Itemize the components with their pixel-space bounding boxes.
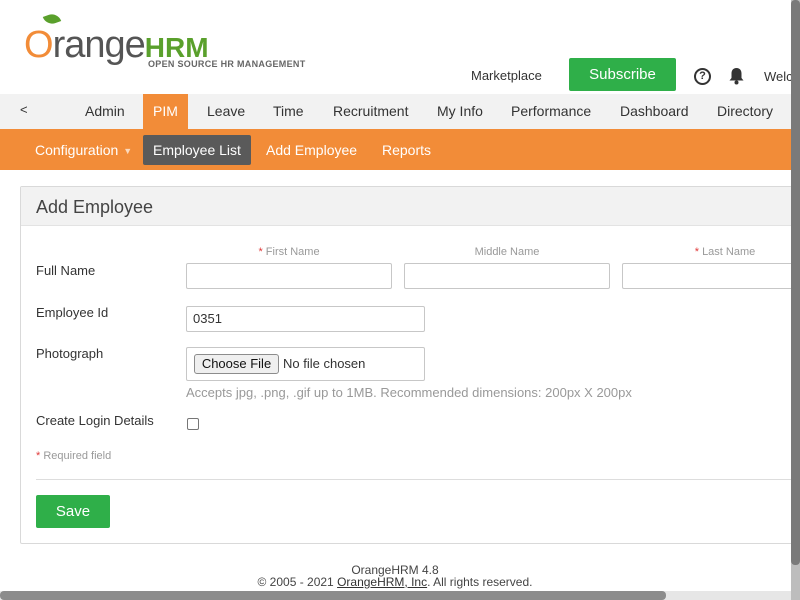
create-login-label: Create Login Details [36,413,154,428]
sub-menu: Configuration ▼ Employee List Add Employe… [0,129,800,170]
photograph-file-input[interactable]: Choose File No file chosen [186,347,425,381]
submenu-employee-list[interactable]: Employee List [143,135,251,165]
page: OrangeHRM OPEN SOURCE HR MANAGEMENT Mark… [0,0,800,600]
full-name-label: Full Name [36,263,96,278]
last-name-label: * Last Name [694,246,756,258]
marketplace-link[interactable]: Marketplace [471,68,542,83]
middle-name-label: Middle Name [474,246,540,258]
employee-id-label: Employee Id [36,305,109,320]
submenu-reports[interactable]: Reports [382,135,431,165]
main-menu: < Admin PIM Leave Time Recruitment My In… [0,94,800,129]
horizontal-scrollbar-thumb[interactable] [0,591,666,600]
submenu-add-employee[interactable]: Add Employee [266,135,357,165]
last-name-input[interactable] [622,263,800,289]
menu-item-performance[interactable]: Performance [511,94,591,129]
chevron-down-icon: ▼ [123,146,133,156]
menu-item-admin[interactable]: Admin [85,94,125,129]
menu-item-pim[interactable]: PIM [143,94,188,129]
header: OrangeHRM OPEN SOURCE HR MANAGEMENT Mark… [0,0,800,94]
choose-file-button[interactable]: Choose File [194,354,279,374]
menu-collapse-button[interactable]: < [20,102,28,117]
submenu-configuration[interactable]: Configuration ▼ [35,135,132,165]
photograph-hint: Accepts jpg, .png, .gif up to 1MB. Recom… [186,385,632,400]
panel-header: Add Employee [21,187,800,226]
welcome-user-menu[interactable]: Welc [764,69,793,84]
submenu-configuration-label: Configuration [35,142,119,158]
orangehrm-logo[interactable]: OrangeHRM OPEN SOURCE HR MANAGEMENT [24,11,314,74]
required-field-note: * Required field [36,450,112,462]
menu-item-recruitment[interactable]: Recruitment [333,94,408,129]
help-icon[interactable]: ? [694,68,711,85]
first-name-input[interactable] [186,263,392,289]
employee-id-input[interactable]: 0351 [186,306,425,332]
menu-item-my-info[interactable]: My Info [437,94,483,129]
logo-tagline: OPEN SOURCE HR MANAGEMENT [148,59,306,69]
menu-item-leave[interactable]: Leave [207,94,245,129]
save-button[interactable]: Save [36,495,110,528]
first-name-label: * First Name [258,246,320,258]
photograph-label: Photograph [36,346,104,361]
notification-bell-icon[interactable] [728,67,745,85]
subscribe-button[interactable]: Subscribe [569,58,676,91]
menu-item-dashboard[interactable]: Dashboard [620,94,689,129]
form-divider [36,479,796,480]
vertical-scrollbar-thumb[interactable] [791,0,800,565]
create-login-checkbox[interactable] [187,418,199,430]
orangehrm-inc-link[interactable]: OrangeHRM, Inc [337,575,427,589]
footer-copyright: © 2005 - 2021 OrangeHRM, Inc. All rights… [257,575,533,589]
file-status-text: No file chosen [283,356,366,371]
menu-item-time[interactable]: Time [273,94,304,129]
menu-item-directory[interactable]: Directory [717,94,773,129]
middle-name-input[interactable] [404,263,610,289]
page-title: Add Employee [36,197,154,217]
add-employee-panel: Add Employee * First Name Middle Name * … [20,186,800,544]
